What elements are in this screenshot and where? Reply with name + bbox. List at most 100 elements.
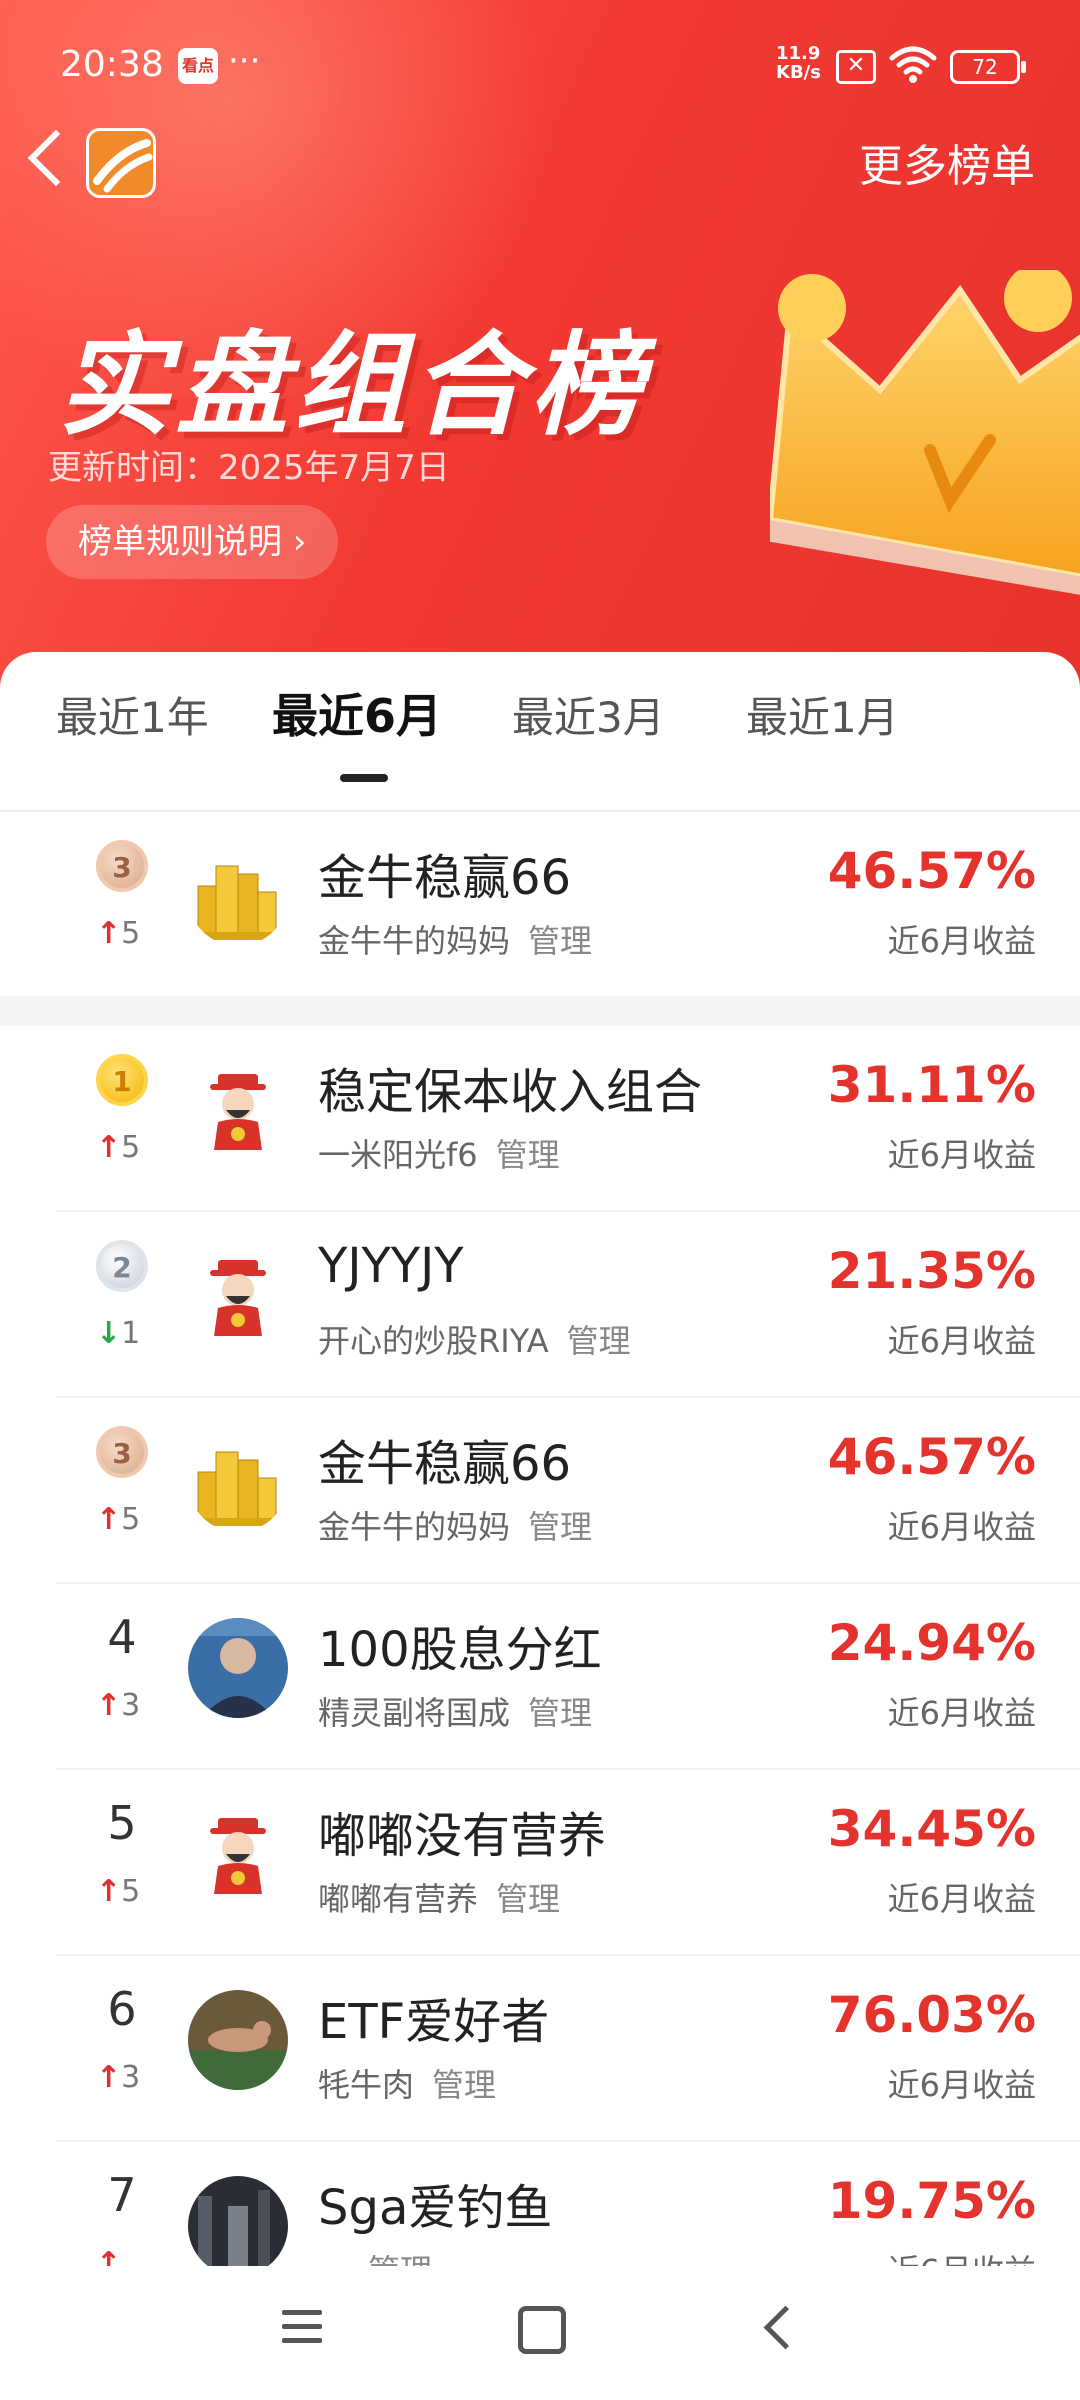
active-tab-indicator — [340, 774, 388, 782]
rank-change: ↑5 — [96, 1874, 166, 1909]
return-label: 近6月收益 — [887, 1508, 1036, 1546]
return-label: 近6月收益 — [887, 2066, 1036, 2104]
logo-icon — [93, 139, 153, 193]
portfolio-owner: 开心的炒股RIYA 管理 — [318, 1316, 631, 1362]
hero-header: 20:38 看点 ··· 11.9 KB/s ✕ 72 更多榜单 实盘组合榜 更… — [0, 0, 1080, 700]
tab-1-month[interactable]: 最近1月 — [746, 684, 899, 745]
rules-button[interactable]: 榜单规则说明 › — [46, 505, 339, 579]
recent-apps-button[interactable] — [282, 2310, 322, 2344]
fortune-god-avatar — [188, 1246, 288, 1346]
arrow-up-icon: ↑ — [96, 2060, 122, 2095]
crown-illustration — [770, 270, 1080, 595]
status-more-dots: ··· — [228, 41, 261, 81]
return-label: 近6月收益 — [887, 1322, 1036, 1360]
bronze-medal-icon: 3 — [96, 1426, 148, 1478]
manage-link[interactable]: 管理 — [528, 1508, 592, 1546]
rank-change: ↑5 — [96, 1502, 166, 1537]
gold-bars-avatar — [188, 1432, 288, 1532]
rank-change-value: 5 — [121, 916, 141, 951]
rank-change: ↑5 — [96, 1130, 166, 1165]
owner-name: 开心的炒股RIYA — [318, 1322, 549, 1360]
photo-dark-avatar — [188, 2176, 288, 2276]
wifi-icon — [889, 46, 937, 83]
tab-6-months[interactable]: 最近6月 — [272, 680, 442, 746]
manage-link[interactable]: 管理 — [496, 1880, 560, 1918]
arrow-up-icon: ↑ — [96, 1502, 122, 1537]
fortune-god-avatar — [188, 1060, 288, 1160]
rank-change-value: 1 — [121, 1316, 141, 1351]
fortune-god-avatar — [188, 1804, 288, 1904]
portfolio-name: ETF爱好者 — [318, 1994, 550, 2050]
rank-change: ↓1 — [96, 1316, 166, 1351]
ranking-row[interactable]: 2 ↓1 YJYYJY 开心的炒股RIYA 管理 21.35% 近6月收益 — [0, 1212, 1080, 1398]
return-label: 近6月收益 — [887, 1694, 1036, 1732]
portfolio-name: 100股息分红 — [318, 1622, 602, 1678]
ranking-row[interactable]: 3 ↑5 金牛稳赢66 金牛牛的妈妈 管理 46.57% 近6月收益 — [0, 1398, 1080, 1584]
manage-link[interactable]: 管理 — [432, 2066, 496, 2104]
portfolio-owner: 金牛牛的妈妈 管理 — [318, 1502, 592, 1548]
battery-icon: 72 — [950, 50, 1026, 84]
return-value: 46.57% — [827, 842, 1036, 900]
app-notification-icon: 看点 — [178, 48, 218, 84]
portfolio-name: 金牛稳赢66 — [318, 850, 572, 906]
owner-name: 金牛牛的妈妈 — [318, 1508, 511, 1546]
more-lists-link[interactable]: 更多榜单 — [859, 130, 1035, 194]
rank-change-value: 5 — [121, 1502, 141, 1537]
page-title: 实盘组合榜 — [58, 321, 648, 451]
system-back-button[interactable] — [763, 2305, 808, 2350]
silver-medal-icon: 2 — [96, 1240, 148, 1292]
rank-change-value: 5 — [121, 1130, 141, 1165]
return-value: 76.03% — [827, 1986, 1036, 2044]
period-tabs: 最近1年 最近6月 最近3月 最近1月 — [0, 652, 1080, 812]
portfolio-name: YJYYJY — [318, 1238, 464, 1294]
rank-change-value: 3 — [121, 2060, 141, 2095]
gold-medal-icon: 1 — [96, 1054, 148, 1106]
ranking-row[interactable]: 4 ↑3 100股息分红 精灵副将国成 管理 24.94% 近6月收益 — [0, 1584, 1080, 1770]
return-value: 46.57% — [827, 1428, 1036, 1486]
rank-number: 6 — [107, 1982, 137, 2036]
photo-yoga-avatar — [188, 1990, 288, 2090]
ranking-row[interactable]: 1 ↑5 稳定保本收入组合 一米阳光f6 管理 31.11% 近6月收益 — [0, 1026, 1080, 1212]
arrow-up-icon: ↑ — [96, 1130, 122, 1165]
manage-link[interactable]: 管理 — [528, 1694, 592, 1732]
rank-change-value: 5 — [121, 1874, 141, 1909]
portfolio-name: Sga爱钓鱼 — [318, 2180, 553, 2236]
return-value: 24.94% — [827, 1614, 1036, 1672]
return-value: 21.35% — [827, 1242, 1036, 1300]
return-label: 近6月收益 — [887, 922, 1036, 960]
rank-change: ↑3 — [96, 1688, 166, 1723]
portfolio-owner: 一米阳光f6 管理 — [318, 1130, 560, 1176]
portfolio-name: 金牛稳赢66 — [318, 1436, 572, 1492]
arrow-up-icon: ↑ — [96, 916, 122, 951]
sim-off-icon: ✕ — [836, 50, 876, 84]
update-time: 更新时间：2025年7月7日 — [48, 448, 450, 488]
return-label: 近6月收益 — [887, 1880, 1036, 1918]
portfolio-name: 稳定保本收入组合 — [318, 1064, 703, 1120]
my-entry-row[interactable]: 3 ↑5 金牛稳赢66 金牛牛的妈妈 管理 46.57% 近6月收益 — [0, 812, 1080, 998]
rank-number: 5 — [107, 1796, 137, 1850]
portfolio-name: 嘟嘟没有营养 — [318, 1808, 607, 1864]
app-logo — [86, 128, 156, 198]
manage-link[interactable]: 管理 — [567, 1322, 631, 1360]
portfolio-owner: 牦牛肉 管理 — [318, 2060, 496, 2106]
return-value: 34.45% — [827, 1800, 1036, 1858]
manage-link[interactable]: 管理 — [528, 922, 592, 960]
return-label: 近6月收益 — [887, 1136, 1036, 1174]
owner-name: 精灵副将国成 — [318, 1694, 511, 1732]
tab-3-months[interactable]: 最近3月 — [512, 684, 665, 745]
owner-name: 一米阳光f6 — [318, 1136, 478, 1174]
arrow-down-icon: ↓ — [96, 1316, 122, 1351]
tab-1-year[interactable]: 最近1年 — [56, 684, 209, 745]
ranking-row[interactable]: 6 ↑3 ETF爱好者 牦牛肉 管理 76.03% 近6月收益 — [0, 1956, 1080, 2142]
portfolio-owner: 嘟嘟有营养 管理 — [318, 1874, 560, 1920]
return-value: 19.75% — [827, 2172, 1036, 2230]
section-gap — [0, 996, 1080, 1026]
owner-name: 嘟嘟有营养 — [318, 1880, 479, 1918]
rank-number: 7 — [107, 2168, 137, 2222]
ranking-row[interactable]: 5 ↑5 嘟嘟没有营养 嘟嘟有营养 管理 34.45% 近6月收益 — [0, 1770, 1080, 1956]
rank-change-value: 3 — [121, 1688, 141, 1723]
rank-change: ↑3 — [96, 2060, 166, 2095]
manage-link[interactable]: 管理 — [496, 1136, 560, 1174]
portfolio-owner: 精灵副将国成 管理 — [318, 1688, 592, 1734]
home-button[interactable] — [518, 2306, 566, 2354]
